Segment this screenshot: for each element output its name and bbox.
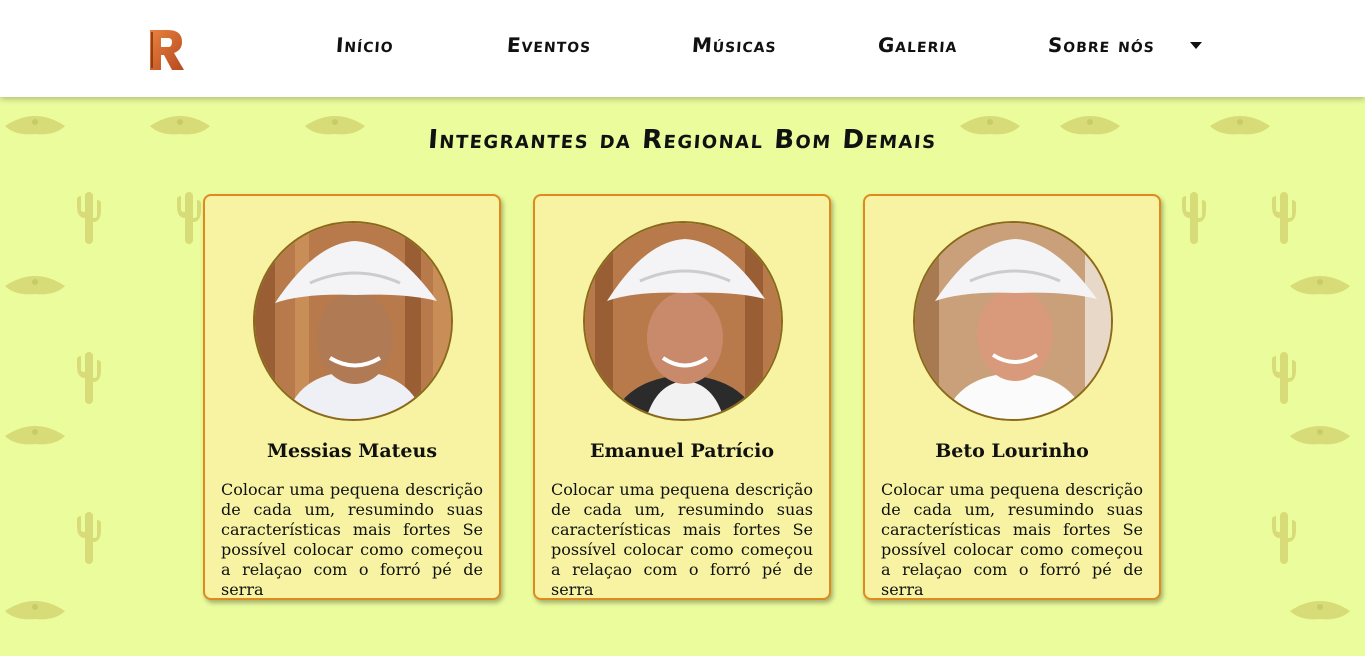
caret-down-icon[interactable] bbox=[1190, 42, 1202, 49]
logo-icon bbox=[150, 30, 184, 70]
member-description: Colocar uma pequena descrição de cada um… bbox=[881, 480, 1143, 599]
brand-logo[interactable] bbox=[146, 26, 186, 72]
nav-link-sobre-nos[interactable]: Sobre nós bbox=[1047, 33, 1156, 57]
member-photo bbox=[253, 221, 453, 421]
member-card: Beto Lourinho Colocar uma pequena descri… bbox=[863, 194, 1161, 600]
member-card: Emanuel Patrício Colocar uma pequena des… bbox=[533, 194, 831, 600]
portrait-image bbox=[915, 223, 1111, 419]
page-title: Integrantes da Regional Bom Demais bbox=[427, 125, 938, 155]
member-photo bbox=[913, 221, 1113, 421]
member-name: Emanuel Patrício bbox=[590, 440, 774, 462]
member-name: Messias Mateus bbox=[266, 440, 438, 462]
member-name: Beto Lourinho bbox=[935, 440, 1089, 462]
nav-link-eventos[interactable]: Eventos bbox=[506, 33, 592, 57]
nav-link-musicas[interactable]: Músicas bbox=[691, 33, 777, 57]
member-description: Colocar uma pequena descrição de cada um… bbox=[221, 480, 483, 599]
nav-link-galeria[interactable]: Galeria bbox=[877, 33, 958, 57]
member-photo bbox=[583, 221, 783, 421]
portrait-image bbox=[585, 223, 781, 419]
nav-link-inicio[interactable]: Início bbox=[335, 33, 394, 57]
top-navbar: Início Eventos Músicas Galeria Sobre nós bbox=[0, 0, 1365, 97]
member-description: Colocar uma pequena descrição de cada um… bbox=[551, 480, 813, 599]
member-card: Messias Mateus Colocar uma pequena descr… bbox=[203, 194, 501, 600]
portrait-image bbox=[255, 223, 451, 419]
